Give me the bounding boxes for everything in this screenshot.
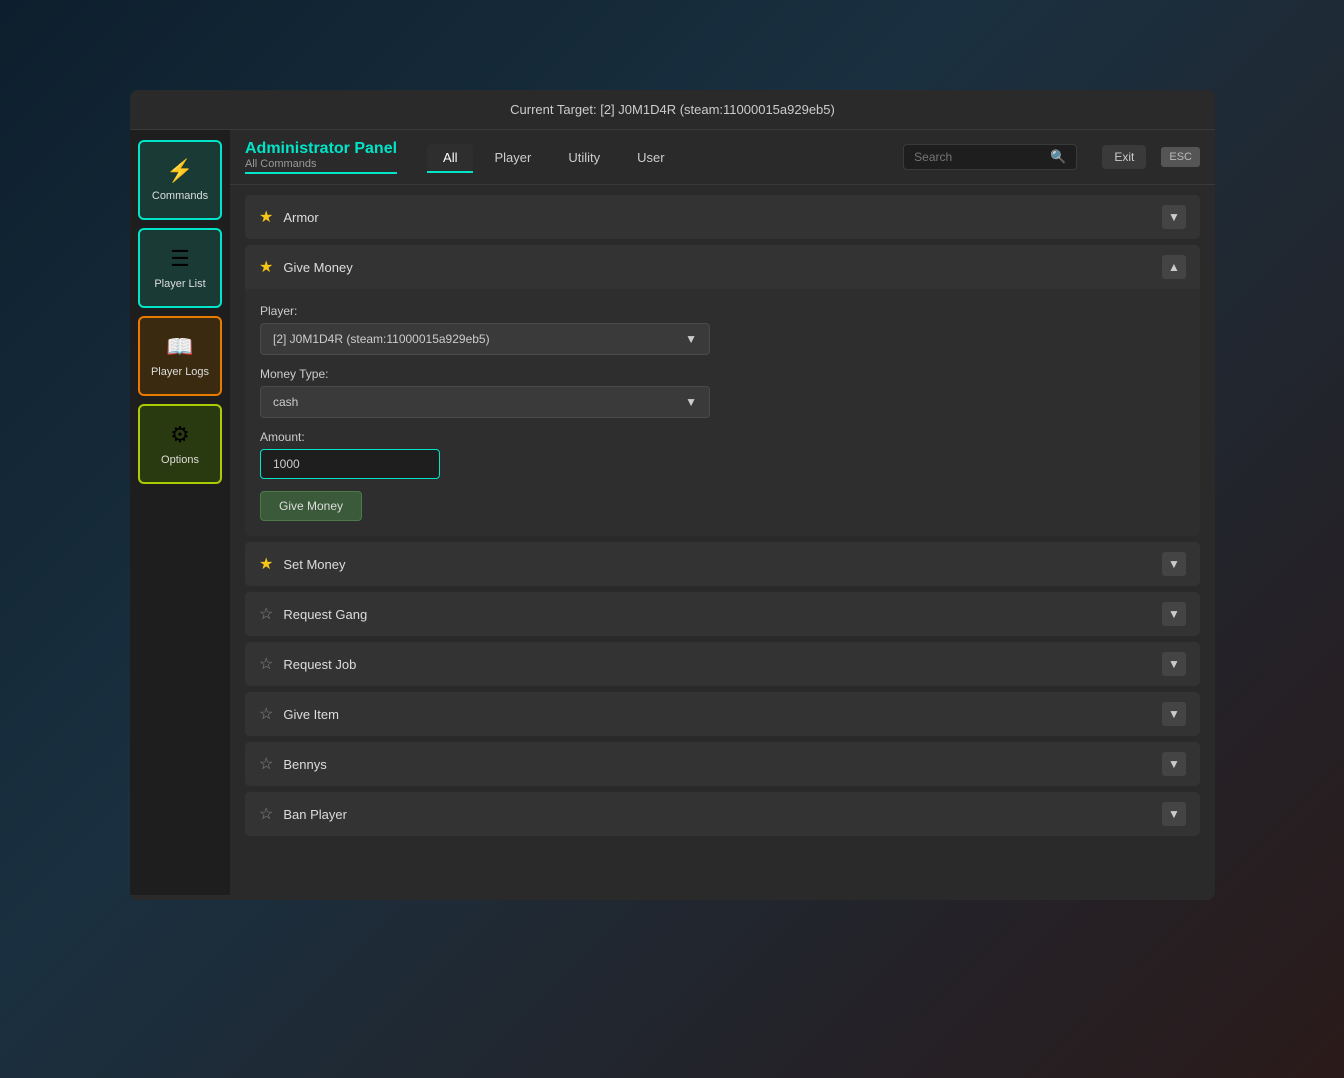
player-logs-icon: 📖 bbox=[166, 334, 193, 360]
command-row-bennys[interactable]: ☆ Bennys ▼ bbox=[245, 742, 1200, 786]
command-name-bennys: Bennys bbox=[283, 757, 1152, 772]
star-icon-set-money[interactable]: ★ bbox=[259, 554, 273, 574]
tabs: All Player Utility User bbox=[427, 144, 681, 171]
give-money-expanded: Player: [2] J0M1D4R (steam:11000015a929e… bbox=[245, 289, 1200, 536]
money-type-field-group: Money Type: cash ▼ bbox=[260, 367, 1185, 418]
star-icon-give-item[interactable]: ☆ bbox=[259, 704, 273, 724]
give-money-button[interactable]: Give Money bbox=[260, 491, 362, 521]
player-select[interactable]: [2] J0M1D4R (steam:11000015a929eb5) ▼ bbox=[260, 323, 710, 355]
sidebar-item-player-list[interactable]: ☰ Player List bbox=[138, 228, 222, 308]
command-name-armor: Armor bbox=[283, 210, 1152, 225]
current-target-text: Current Target: [2] J0M1D4R (steam:11000… bbox=[510, 102, 835, 117]
tab-user[interactable]: User bbox=[621, 144, 680, 171]
chevron-btn-request-gang[interactable]: ▼ bbox=[1162, 602, 1186, 626]
amount-field-label: Amount: bbox=[260, 430, 1185, 444]
options-icon: ⚙ bbox=[170, 422, 190, 448]
command-name-set-money: Set Money bbox=[283, 557, 1152, 572]
money-type-field-label: Money Type: bbox=[260, 367, 1185, 381]
amount-field-group: Amount: bbox=[260, 430, 1185, 479]
exit-button[interactable]: Exit bbox=[1102, 145, 1146, 169]
command-name-give-money: Give Money bbox=[283, 260, 1152, 275]
search-input[interactable] bbox=[914, 150, 1044, 164]
tab-player[interactable]: Player bbox=[478, 144, 547, 171]
give-money-btn-wrap: Give Money bbox=[260, 491, 1185, 521]
admin-panel: Current Target: [2] J0M1D4R (steam:11000… bbox=[130, 90, 1215, 900]
sidebar-item-options[interactable]: ⚙ Options bbox=[138, 404, 222, 484]
command-name-ban-player: Ban Player bbox=[283, 807, 1152, 822]
command-group-give-money: ★ Give Money ▲ Player: [2] J0M1D4R (stea… bbox=[245, 245, 1200, 536]
current-target-bar: Current Target: [2] J0M1D4R (steam:11000… bbox=[130, 90, 1215, 130]
player-select-chevron: ▼ bbox=[685, 332, 697, 346]
star-icon-ban-player[interactable]: ☆ bbox=[259, 804, 273, 824]
sidebar: ⚡ Commands ☰ Player List 📖 Player Logs ⚙… bbox=[130, 130, 230, 895]
command-row-armor[interactable]: ★ Armor ▼ bbox=[245, 195, 1200, 239]
star-icon-request-gang[interactable]: ☆ bbox=[259, 604, 273, 624]
command-row-set-money[interactable]: ★ Set Money ▼ bbox=[245, 542, 1200, 586]
panel-subtitle: All Commands bbox=[245, 158, 397, 170]
chevron-btn-request-job[interactable]: ▼ bbox=[1162, 652, 1186, 676]
command-name-request-job: Request Job bbox=[283, 657, 1152, 672]
star-icon-give-money[interactable]: ★ bbox=[259, 257, 273, 277]
money-type-select[interactable]: cash ▼ bbox=[260, 386, 710, 418]
money-type-select-chevron: ▼ bbox=[685, 395, 697, 409]
sidebar-item-commands[interactable]: ⚡ Commands bbox=[138, 140, 222, 220]
panel-title: Administrator Panel bbox=[245, 140, 397, 158]
panel-title-area: Administrator Panel All Commands bbox=[245, 140, 397, 174]
tab-utility[interactable]: Utility bbox=[552, 144, 616, 171]
tab-all[interactable]: All bbox=[427, 144, 473, 171]
title-underline bbox=[245, 172, 397, 174]
chevron-btn-give-money[interactable]: ▲ bbox=[1162, 255, 1186, 279]
player-select-value: [2] J0M1D4R (steam:11000015a929eb5) bbox=[273, 332, 490, 346]
player-field-label: Player: bbox=[260, 304, 1185, 318]
star-icon-armor[interactable]: ★ bbox=[259, 207, 273, 227]
commands-icon: ⚡ bbox=[166, 158, 193, 184]
chevron-btn-ban-player[interactable]: ▼ bbox=[1162, 802, 1186, 826]
star-icon-bennys[interactable]: ☆ bbox=[259, 754, 273, 774]
chevron-btn-armor[interactable]: ▼ bbox=[1162, 205, 1186, 229]
chevron-btn-give-item[interactable]: ▼ bbox=[1162, 702, 1186, 726]
command-name-request-gang: Request Gang bbox=[283, 607, 1152, 622]
search-icon: 🔍 bbox=[1050, 149, 1066, 165]
star-icon-request-job[interactable]: ☆ bbox=[259, 654, 273, 674]
command-row-give-item[interactable]: ☆ Give Item ▼ bbox=[245, 692, 1200, 736]
command-row-request-job[interactable]: ☆ Request Job ▼ bbox=[245, 642, 1200, 686]
player-list-icon: ☰ bbox=[170, 246, 190, 272]
chevron-btn-set-money[interactable]: ▼ bbox=[1162, 552, 1186, 576]
command-row-ban-player[interactable]: ☆ Ban Player ▼ bbox=[245, 792, 1200, 836]
chevron-btn-bennys[interactable]: ▼ bbox=[1162, 752, 1186, 776]
header-bar: Administrator Panel All Commands All Pla… bbox=[230, 130, 1215, 185]
main-content: Administrator Panel All Commands All Pla… bbox=[230, 130, 1215, 895]
sidebar-item-player-logs[interactable]: 📖 Player Logs bbox=[138, 316, 222, 396]
money-type-select-value: cash bbox=[273, 395, 298, 409]
sidebar-label-options: Options bbox=[161, 454, 199, 466]
esc-badge: ESC bbox=[1161, 147, 1200, 167]
command-name-give-item: Give Item bbox=[283, 707, 1152, 722]
commands-list: ★ Armor ▼ ★ Give Money ▲ Player: bbox=[230, 185, 1215, 895]
sidebar-label-commands: Commands bbox=[152, 190, 208, 202]
sidebar-label-player-list: Player List bbox=[154, 278, 205, 290]
command-row-request-gang[interactable]: ☆ Request Gang ▼ bbox=[245, 592, 1200, 636]
command-row-give-money[interactable]: ★ Give Money ▲ bbox=[245, 245, 1200, 289]
amount-input[interactable] bbox=[260, 449, 440, 479]
search-box[interactable]: 🔍 bbox=[903, 144, 1077, 170]
sidebar-label-player-logs: Player Logs bbox=[151, 366, 209, 378]
player-field-group: Player: [2] J0M1D4R (steam:11000015a929e… bbox=[260, 304, 1185, 355]
